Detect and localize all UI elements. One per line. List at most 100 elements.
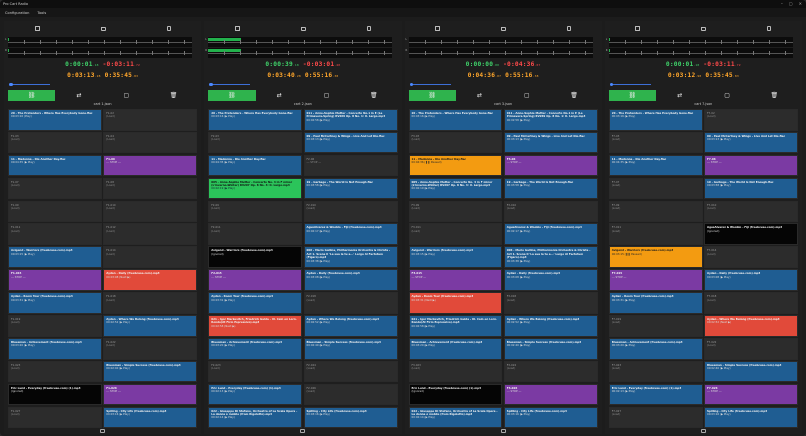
menu-tools[interactable]: Tools — [37, 11, 46, 15]
cart-button[interactable]: F1-09 (Load) — [8, 200, 102, 223]
volume-slider[interactable] — [209, 82, 251, 86]
cart-button[interactable]: F3-09 (Load) — [408, 200, 503, 223]
cart-button[interactable]: F7-015 --- STOP --- — [608, 269, 703, 291]
close-button[interactable]: ✕ — [799, 1, 802, 6]
loop-button[interactable]: ⇄ — [256, 90, 303, 101]
clear-button[interactable]: 🗑 — [150, 90, 197, 101]
cart-button[interactable]: 006 - Mario Gallina, Philharmonia Orches… — [503, 246, 598, 268]
cart-button[interactable]: Avigend - Warriors (freebcuse.com).mp3 00… — [608, 246, 703, 268]
cart-button[interactable]: F2-023 (Load) — [208, 360, 303, 383]
cart-button[interactable]: Aydan - Where We Belong (freebcuse.com).… — [503, 315, 598, 337]
cart-button[interactable]: 19 - Garbage - The World Is Not Enough.f… — [503, 177, 598, 200]
cart-button[interactable]: F3-023 (Load) — [408, 360, 503, 383]
clear-button[interactable]: 🗑 — [550, 90, 597, 101]
cart-button[interactable]: 021 - Igor Markevitch, Friedrich Gulda -… — [208, 315, 303, 337]
cart-button[interactable]: F1-011 (Load) — [8, 223, 102, 246]
cart-button[interactable]: F2-018 (Load) — [303, 292, 398, 314]
cart-button[interactable]: Avigend - Warriors (freebcuse.com).mp3 00… — [8, 246, 102, 268]
volume-slider[interactable] — [9, 82, 50, 86]
link-button[interactable]: ⛓ — [8, 90, 56, 101]
link-button[interactable]: ⛓ — [608, 90, 657, 101]
waveform-left[interactable]: L — [205, 37, 393, 47]
cart-button[interactable]: F1-014 (Load) — [103, 246, 198, 268]
cart-button[interactable]: Spilling - City Life (freebcuse.com).mp3… — [103, 406, 198, 429]
cart-button[interactable]: F1-03 (Load) — [8, 131, 102, 154]
cart-button[interactable]: 021 - Igor Markevitch, Friedrich Gulda -… — [408, 315, 503, 337]
minimize-button[interactable]: – — [781, 1, 783, 6]
folder-icon[interactable] — [701, 26, 707, 31]
cart-button[interactable]: F7-026 --- STOP --- — [704, 383, 798, 406]
cart-button[interactable]: 20 - The Pretenders - Where Has Everybod… — [408, 109, 503, 131]
maximize-button[interactable]: ▢ — [789, 1, 793, 6]
volume-slider[interactable] — [609, 82, 651, 86]
cart-button[interactable]: F1-010 (Load) — [103, 200, 198, 223]
cart-button[interactable]: F1-012 (Load) — [103, 223, 198, 246]
cart-button[interactable]: Avigend - Warriors (freebcuse.com).mp3 (I… — [208, 246, 303, 268]
trash-icon[interactable] — [166, 26, 171, 31]
cart-button[interactable]: Eric Lund - Everyday (freebcuse.com) (1)… — [408, 383, 503, 406]
cart-button[interactable]: F1-06 --- STOP --- — [103, 154, 198, 177]
cart-button[interactable]: F3-011 (Load) — [408, 223, 503, 246]
trash-icon[interactable] — [366, 26, 371, 31]
cart-button[interactable]: F3-06 --- STOP --- — [503, 154, 598, 177]
cart-button[interactable]: 022 - Giuseppe Di Stefano, Orchestra of … — [208, 406, 303, 429]
cart-button[interactable]: 011 - Anne-Sophie Mutter - Concerto No.1… — [303, 109, 398, 131]
cart-button[interactable]: 09 - Paul McCartney & Wings - Live And L… — [503, 131, 598, 154]
cart-button[interactable]: F1-02 (Load) — [103, 109, 198, 131]
save-icon[interactable] — [435, 26, 441, 31]
folder-icon[interactable] — [300, 26, 306, 31]
waveform-left[interactable]: L — [406, 37, 593, 47]
cart-button[interactable]: Bluesman - Simple Success (freebcuse.com… — [503, 337, 598, 360]
cart-button[interactable]: F2-026 (Load) — [303, 383, 398, 406]
cart-button[interactable]: AgusAlvarez & Wooblo - Fiji (freebcuse.c… — [704, 223, 798, 246]
waveform-right[interactable]: R — [606, 48, 793, 58]
cart-button[interactable]: Aydan - Room Tour (freebcuse.com).mp3 00:… — [8, 292, 102, 314]
slider-knob[interactable] — [9, 82, 13, 86]
cart-button[interactable]: F7-027 (Load) — [608, 406, 703, 429]
waveform-left[interactable]: L — [606, 37, 793, 47]
cart-button[interactable]: F1-027 (Load) — [8, 406, 102, 429]
save-icon[interactable] — [635, 26, 641, 31]
trash-icon[interactable] — [767, 26, 772, 31]
cart-button[interactable]: 11 - Madonna - Die Another Day.flac 00:04… — [408, 154, 503, 177]
loop-button[interactable]: ⇄ — [55, 90, 102, 101]
stop-button[interactable]: ▢ — [503, 90, 550, 101]
cart-button[interactable]: 11 - Madonna - Die Another Day.flac 00:04… — [608, 154, 703, 177]
cart-button[interactable]: Eric Lund - Everyday (freebcuse.com) (1)… — [208, 383, 303, 406]
cart-button[interactable]: Bluesman - Achievement (freebcuse.com).m… — [408, 337, 503, 360]
bottom-square-icon[interactable] — [300, 429, 306, 433]
cart-button[interactable]: Aydan - Where We Belong (freebcuse.com).… — [704, 315, 798, 337]
cart-button[interactable]: Avigend - Warriors (freebcuse.com).mp3 00… — [408, 246, 503, 268]
cart-button[interactable]: F2-024 (Load) — [303, 360, 398, 383]
cart-button[interactable]: Bluesman - Achievement (freebcuse.com).m… — [8, 337, 102, 360]
cart-button[interactable]: Spilling - City Life (freebcuse.com).mp3… — [303, 406, 398, 429]
cart-button[interactable]: 005 - Anne-Sophie Mutter - Concerto No. … — [408, 177, 503, 200]
cart-button[interactable]: F3-024 (Load) — [503, 360, 598, 383]
cart-button[interactable]: Bluesman - Simple Success (freebcuse.com… — [704, 360, 798, 383]
save-icon[interactable] — [234, 26, 240, 31]
cart-button[interactable]: 11 - Madonna - Die Another Day.flac 00:04… — [8, 154, 102, 177]
cart-button[interactable]: F1-018 (Load) — [103, 292, 198, 314]
cart-button[interactable]: Spilling - City Life (freebcuse.com).mp3… — [503, 406, 598, 429]
cart-button[interactable]: F7-019 (Load) — [608, 315, 703, 337]
cart-button[interactable]: F2-09 (Load) — [208, 200, 303, 223]
link-button[interactable]: ⛓ — [208, 90, 256, 101]
cart-button[interactable]: Aydan - Daily (freebcuse.com).mp3 00:03:0… — [503, 269, 598, 291]
clear-button[interactable]: 🗑 — [350, 90, 397, 101]
cart-button[interactable]: F2-010 (Load) — [303, 200, 398, 223]
cart-button[interactable]: F7-022 (Load) — [704, 337, 798, 360]
cart-button[interactable]: Aydan - Daily (freebcuse.com).mp3 00:03:0… — [704, 269, 798, 291]
cart-button[interactable]: Aydan - Where We Belong (freebcuse.com).… — [303, 315, 398, 337]
cart-button[interactable]: AgusAlvarez & Wooblo - Fiji (freebcuse.c… — [303, 223, 398, 246]
cart-button[interactable]: Spilling - City Life (freebcuse.com).mp3… — [704, 406, 798, 429]
cart-button[interactable]: F7-010 (Load) — [704, 200, 798, 223]
stop-button[interactable]: ▢ — [103, 90, 150, 101]
cart-button[interactable]: 006 - Mario Gallina, Philharmonia Orches… — [303, 246, 398, 268]
folder-icon[interactable] — [501, 26, 507, 31]
cart-button[interactable]: F1-026 --- STOP --- — [103, 383, 198, 406]
cart-button[interactable]: F3-018 (Load) — [503, 292, 598, 314]
cart-button[interactable]: F7-02 (Load) — [704, 109, 798, 131]
cart-button[interactable]: 20 - The Pretenders - Where Has Everybod… — [8, 109, 102, 131]
bottom-square-icon[interactable] — [500, 429, 506, 433]
cart-button[interactable]: F1-022 (Load) — [103, 337, 198, 360]
